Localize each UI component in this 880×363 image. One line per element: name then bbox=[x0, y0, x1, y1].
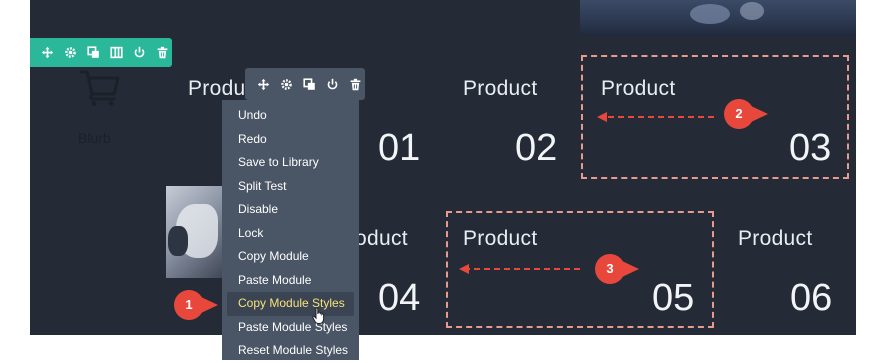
step-badge: 1 bbox=[172, 288, 218, 322]
step-badge-number: 1 bbox=[185, 297, 193, 312]
menu-item-undo[interactable]: Undo bbox=[222, 104, 359, 128]
menu-item-lock[interactable]: Lock bbox=[222, 222, 359, 246]
step-badge-number: 2 bbox=[735, 106, 743, 121]
menu-item-copy-module-styles[interactable]: Copy Module Styles bbox=[227, 292, 354, 316]
move-icon[interactable] bbox=[255, 76, 271, 92]
image-detail bbox=[168, 226, 188, 256]
blurb-label: Blurb bbox=[78, 130, 111, 146]
product-title: Product bbox=[463, 77, 538, 100]
product-number: 01 bbox=[378, 127, 421, 169]
product-title: oduct bbox=[355, 227, 408, 250]
row-toolbar bbox=[30, 38, 172, 67]
menu-item-split-test[interactable]: Split Test bbox=[222, 175, 359, 199]
menu-item-paste-module-styles[interactable]: Paste Module Styles bbox=[222, 316, 359, 340]
columns-icon[interactable] bbox=[108, 45, 124, 61]
menu-item-paste-module[interactable]: Paste Module bbox=[222, 269, 359, 293]
menu-item-save-to-library[interactable]: Save to Library bbox=[222, 151, 359, 175]
product-number: 02 bbox=[515, 127, 558, 169]
step-badge: 2 bbox=[722, 97, 768, 131]
hand-cursor-icon bbox=[312, 307, 326, 325]
product-number: 06 bbox=[790, 277, 833, 319]
module-toolbar bbox=[245, 68, 365, 100]
cart-icon bbox=[79, 66, 121, 108]
trash-icon[interactable] bbox=[347, 76, 363, 92]
arrow-left-icon bbox=[597, 112, 714, 122]
duplicate-icon[interactable] bbox=[301, 76, 317, 92]
menu-item-redo[interactable]: Redo bbox=[222, 128, 359, 152]
product-title: Product bbox=[738, 227, 813, 250]
trash-icon[interactable] bbox=[154, 45, 170, 61]
move-icon[interactable] bbox=[39, 45, 55, 61]
product-title: Produ bbox=[188, 77, 246, 100]
image-detail bbox=[690, 4, 730, 24]
power-icon[interactable] bbox=[324, 76, 340, 92]
top-image bbox=[580, 0, 856, 36]
menu-item-copy-module[interactable]: Copy Module bbox=[222, 245, 359, 269]
context-menu: Undo Redo Save to Library Split Test Dis… bbox=[222, 100, 359, 360]
power-icon[interactable] bbox=[131, 45, 147, 61]
step-badge-number: 3 bbox=[606, 261, 614, 276]
left-image bbox=[166, 186, 224, 278]
settings-icon[interactable] bbox=[278, 76, 294, 92]
menu-item-reset-module-styles[interactable]: Reset Module Styles bbox=[222, 339, 359, 363]
settings-icon[interactable] bbox=[62, 45, 78, 61]
duplicate-icon[interactable] bbox=[85, 45, 101, 61]
image-detail bbox=[740, 2, 764, 20]
menu-item-disable[interactable]: Disable bbox=[222, 198, 359, 222]
product-number: 04 bbox=[378, 277, 421, 319]
arrow-left-icon bbox=[459, 264, 580, 274]
step-badge: 3 bbox=[593, 252, 639, 286]
